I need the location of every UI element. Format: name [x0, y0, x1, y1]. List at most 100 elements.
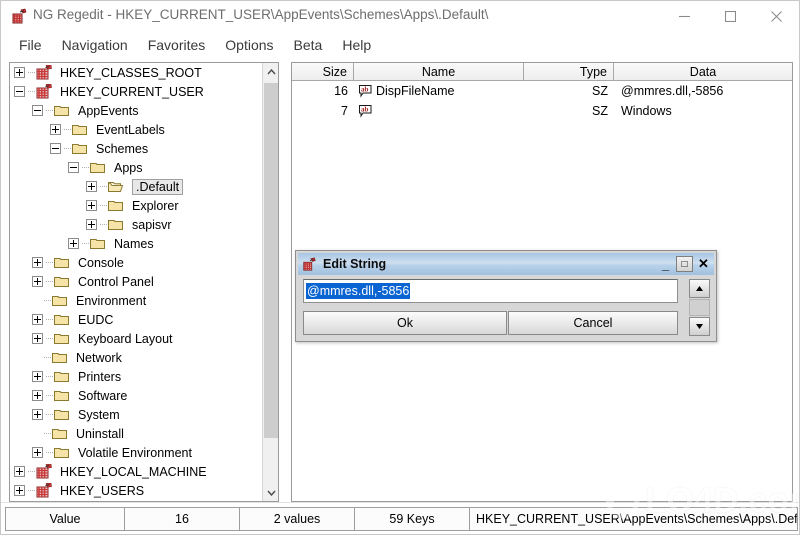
dialog-minimize-button[interactable]: _ — [657, 256, 674, 272]
menu-beta[interactable]: Beta — [284, 34, 333, 56]
folder-icon — [52, 351, 72, 364]
chevron-up-icon[interactable] — [263, 63, 278, 80]
tree-node-environment[interactable]: Environment — [10, 291, 263, 310]
tree-expander-toggle[interactable] — [14, 485, 25, 496]
folder-icon — [52, 294, 72, 307]
tree-node-eventlabels[interactable]: EventLabels — [10, 120, 263, 139]
tree-connector — [28, 72, 35, 73]
registry-tree-panel[interactable]: HKEY_CLASSES_ROOT HKEY_CURRENT_USER AppEve… — [9, 62, 279, 502]
tree-node-label: sapisvr — [132, 217, 172, 232]
tree-expander-toggle[interactable] — [68, 162, 79, 173]
window-title: NG Regedit - HKEY_CURRENT_USER\AppEvents… — [33, 7, 489, 22]
tree-node-names[interactable]: Names — [10, 234, 263, 253]
tree-node-explorer[interactable]: Explorer — [10, 196, 263, 215]
tree-expander-toggle[interactable] — [32, 105, 43, 116]
tree-node-control-panel[interactable]: Control Panel — [10, 272, 263, 291]
column-header-name[interactable]: Name — [354, 63, 524, 80]
tree-expander-toggle[interactable] — [14, 86, 25, 97]
dialog-window-controls: _ □ ✕ — [657, 256, 712, 272]
tree-node-appevents[interactable]: AppEvents — [10, 101, 263, 120]
string-value-icon: ab — [358, 84, 373, 98]
registry-hive-icon — [36, 464, 56, 479]
tree-node-schemes[interactable]: Schemes — [10, 139, 263, 158]
maximize-button[interactable] — [707, 1, 753, 31]
folder-icon — [108, 218, 128, 231]
tree-expander-toggle[interactable] — [32, 257, 43, 268]
tree-node-label: System — [78, 407, 120, 422]
tree-connector — [46, 395, 53, 396]
column-header-size[interactable]: Size — [292, 63, 354, 80]
tree-expander-toggle[interactable] — [32, 409, 43, 420]
close-button[interactable] — [753, 1, 799, 31]
tree-expander-toggle[interactable] — [32, 314, 43, 325]
tree-node-label: HKEY_USERS — [60, 483, 145, 498]
tree-node-default[interactable]: .Default — [10, 177, 263, 196]
tree-expander-toggle[interactable] — [50, 124, 61, 135]
tree-node-label: HKEY_CLASSES_ROOT — [60, 65, 202, 80]
triangle-up-icon[interactable] — [689, 279, 710, 298]
dialog-maximize-button[interactable]: □ — [676, 256, 693, 272]
tree-expander-toggle[interactable] — [50, 143, 61, 154]
tree-vertical-scrollbar[interactable] — [262, 63, 278, 501]
values-list[interactable]: 16 ab DispFileName SZ @mmres.dll,-5856 7 ab SZ W… — [292, 81, 792, 121]
status-cell-keys: 59 Keys — [354, 506, 470, 531]
menu-help[interactable]: Help — [332, 34, 381, 56]
folder-icon — [90, 161, 110, 174]
tree-node-hkey-current-user[interactable]: HKEY_CURRENT_USER — [10, 82, 263, 101]
dialog-scrollbar-track[interactable] — [689, 299, 710, 316]
dialog-close-button[interactable]: ✕ — [695, 256, 712, 272]
tree-node-label: Explorer — [132, 198, 179, 213]
tree-connector — [46, 376, 53, 377]
tree-node-keyboard-layout[interactable]: Keyboard Layout — [10, 329, 263, 348]
tree-node-eudc[interactable]: EUDC — [10, 310, 263, 329]
tree-expander-toggle[interactable] — [68, 238, 79, 249]
tree-node-apps[interactable]: Apps — [10, 158, 263, 177]
tree-expander-toggle[interactable] — [86, 200, 97, 211]
tree-node-system[interactable]: System — [10, 405, 263, 424]
tree-expander-toggle[interactable] — [14, 67, 25, 78]
menu-navigation[interactable]: Navigation — [52, 34, 138, 56]
tree-expander-toggle[interactable] — [32, 447, 43, 458]
tree-node-hkey-local-machine[interactable]: HKEY_LOCAL_MACHINE — [10, 462, 263, 481]
tree-expander-toggle[interactable] — [86, 181, 97, 192]
tree-scrollbar-thumb[interactable] — [264, 83, 278, 438]
menu-options[interactable]: Options — [215, 34, 283, 56]
column-header-type[interactable]: Type — [524, 63, 614, 80]
tree-node-software[interactable]: Software — [10, 386, 263, 405]
tree-expander-toggle[interactable] — [32, 390, 43, 401]
triangle-down-icon[interactable] — [689, 317, 710, 336]
folder-icon — [54, 275, 74, 288]
tree-node-uninstall[interactable]: Uninstall — [10, 424, 263, 443]
menu-favorites[interactable]: Favorites — [138, 34, 216, 56]
registry-tree[interactable]: HKEY_CLASSES_ROOT HKEY_CURRENT_USER AppEve… — [10, 63, 263, 501]
tree-node-sapisvr[interactable]: sapisvr — [10, 215, 263, 234]
tree-expander-toggle[interactable] — [14, 466, 25, 477]
chevron-down-icon[interactable] — [263, 484, 278, 501]
tree-node-network[interactable]: Network — [10, 348, 263, 367]
edit-string-input[interactable]: @mmres.dll,-5856 — [303, 279, 678, 303]
tree-node-label: Schemes — [96, 141, 149, 156]
tree-expander-toggle[interactable] — [32, 371, 43, 382]
string-value-icon: ab — [358, 104, 373, 118]
cancel-button[interactable]: Cancel — [508, 311, 678, 335]
tree-expander-toggle[interactable] — [86, 219, 97, 230]
value-size: 16 — [334, 84, 348, 98]
tree-node-printers[interactable]: Printers — [10, 367, 263, 386]
dialog-vertical-scrollbar[interactable] — [689, 279, 710, 336]
tree-node-hkey-classes-root[interactable]: HKEY_CLASSES_ROOT — [10, 63, 263, 82]
folder-icon — [108, 199, 128, 212]
tree-node-volatile-environment[interactable]: Volatile Environment — [10, 443, 263, 462]
tree-node-hkey-performance-data[interactable]: HKEY_PERFORMANCE_DATA — [10, 500, 263, 501]
value-row[interactable]: 16 ab DispFileName SZ @mmres.dll,-5856 — [292, 81, 792, 101]
tree-expander-toggle[interactable] — [32, 333, 43, 344]
menu-file[interactable]: File — [9, 34, 52, 56]
folder-icon — [54, 313, 74, 326]
column-header-data[interactable]: Data — [614, 63, 792, 80]
tree-node-console[interactable]: Console — [10, 253, 263, 272]
ok-button[interactable]: Ok — [303, 311, 507, 335]
value-row[interactable]: 7 ab SZ Windows — [292, 101, 792, 121]
minimize-button[interactable] — [661, 1, 707, 31]
tree-node-hkey-users[interactable]: HKEY_USERS — [10, 481, 263, 500]
tree-expander-toggle[interactable] — [32, 276, 43, 287]
